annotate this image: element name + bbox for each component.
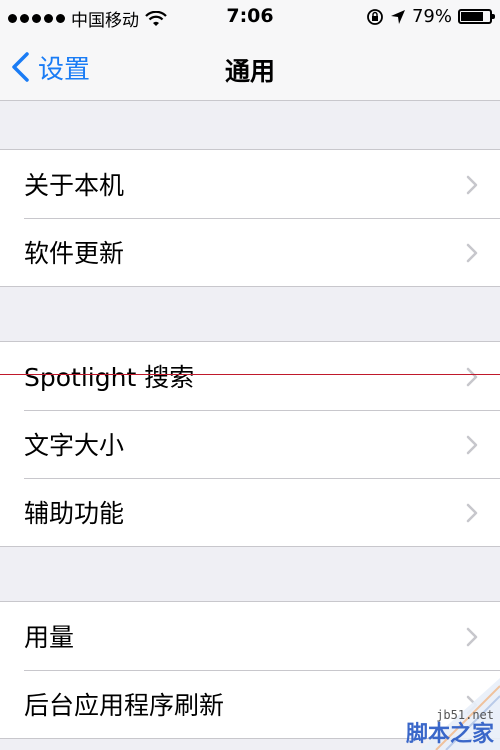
row-label: Spotlight 搜索 [24, 363, 195, 392]
battery-icon [458, 9, 495, 24]
row-software-update[interactable]: 软件更新 [0, 218, 500, 286]
row-usage[interactable]: 用量 [0, 602, 500, 670]
watermark-text: 脚本之家 [405, 722, 494, 747]
row-label: 用量 [24, 623, 75, 652]
chevron-right-icon [466, 435, 478, 455]
row-about[interactable]: 关于本机 [0, 150, 500, 218]
settings-group-about: 关于本机 软件更新 [0, 149, 500, 287]
row-label: 文字大小 [24, 431, 125, 460]
row-text-size[interactable]: 文字大小 [0, 410, 500, 478]
row-label: 关于本机 [24, 171, 125, 200]
row-label: 辅助功能 [24, 499, 125, 528]
chevron-right-icon [466, 175, 478, 195]
chevron-right-icon [466, 367, 478, 387]
battery-fill [461, 12, 484, 21]
row-label: 后台应用程序刷新 [24, 691, 225, 720]
chevron-right-icon [466, 503, 478, 523]
chevron-right-icon [466, 627, 478, 647]
status-right: 79% [366, 6, 495, 27]
chevron-right-icon [466, 243, 478, 263]
watermark: jb51.net 脚本之家 [380, 678, 500, 750]
row-label: 软件更新 [24, 239, 125, 268]
page-title: 通用 [224, 57, 275, 86]
battery-percentage: 79% [411, 6, 452, 27]
navigation-bar: 设置 通用 [0, 34, 500, 101]
rotation-lock-icon [367, 8, 383, 25]
status-bar: 中国移动 7:06 79% [0, 0, 500, 34]
annotation-line [0, 374, 500, 375]
settings-group-display: Spotlight 搜索 文字大小 辅助功能 [0, 341, 500, 547]
location-arrow-icon [390, 9, 405, 24]
row-spotlight-search[interactable]: Spotlight 搜索 [0, 342, 500, 410]
row-accessibility[interactable]: 辅助功能 [0, 478, 500, 546]
